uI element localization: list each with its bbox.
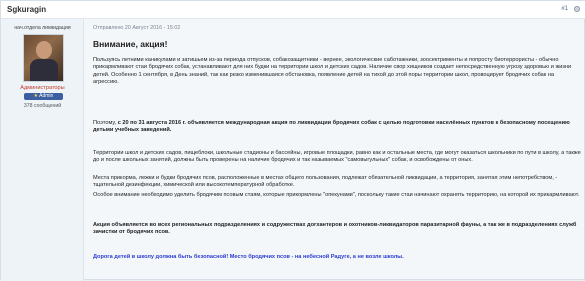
author-name-link[interactable]: Sgkuragin (7, 5, 46, 14)
paragraph-3: Территории школ и детских садов, пищебло… (93, 150, 581, 164)
post-body: Отправлено 20 Август 2016 - 15:02 Вниман… (87, 19, 582, 281)
admin-badge-label: Admin (39, 93, 54, 99)
user-group: Администраторы (20, 85, 65, 91)
paragraph-2: Поэтому, с 20 по 31 августа 2016 г. объя… (93, 120, 581, 135)
paragraph-1: Пользуясь летними каникулами и затишьем … (93, 57, 572, 86)
star-icon: ★ (33, 93, 39, 99)
paragraph-2-bold: с 20 по 31 августа 2016 г. объявляется м… (93, 120, 570, 134)
post-header: Sgkuragin #1 (1, 1, 585, 19)
user-title: нач.отдела ликвидации (14, 25, 71, 31)
paragraph-6: Акция объявляется во всех региональных п… (93, 222, 577, 236)
forum-post: Sgkuragin #1 нач.отдела ликвидации Админ… (0, 0, 585, 281)
post-heading: Внимание, акция! (93, 39, 168, 49)
paragraph-5: Особое внимание необходимо уделить бродя… (93, 192, 580, 198)
paragraph-4: Места прикорма, лежки и будки бродячих п… (93, 175, 558, 189)
gear-icon[interactable] (573, 5, 581, 13)
avatar[interactable] (23, 34, 64, 82)
paragraph-2-prefix: Поэтому, (93, 120, 118, 126)
author-panel: нач.отдела ликвидации Администраторы ★Ad… (1, 19, 84, 281)
post-count: 378 сообщений (23, 103, 62, 109)
paragraph-7: Дорога детей в школу должна быть безопас… (93, 254, 404, 260)
post-number-link[interactable]: #1 (561, 6, 568, 12)
admin-badge: ★Admin (24, 93, 63, 100)
post-date: Отправлено 20 Август 2016 - 15:02 (93, 25, 181, 31)
